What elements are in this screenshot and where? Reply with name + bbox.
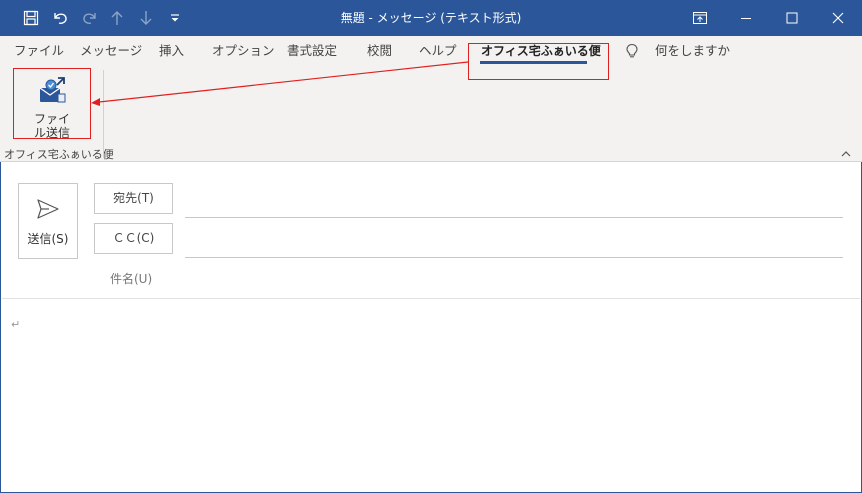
send-button-label: 送信(S)	[27, 232, 69, 246]
message-body[interactable]: ↵	[11, 318, 20, 331]
to-input[interactable]	[185, 217, 843, 218]
send-button[interactable]: 送信(S)	[18, 183, 78, 259]
cc-button[interactable]: ＣＣ(C)	[94, 223, 173, 254]
send-icon	[36, 198, 60, 223]
subject-label: 件名(U)	[110, 272, 153, 286]
subject-input-line[interactable]	[2, 298, 860, 299]
to-button[interactable]: 宛先(T)	[94, 183, 173, 214]
cc-input[interactable]	[185, 257, 843, 258]
